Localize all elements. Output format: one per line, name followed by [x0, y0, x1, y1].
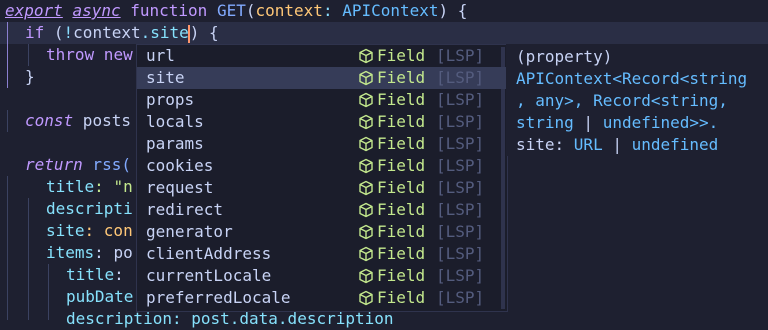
completion-item-kind: Field — [377, 178, 426, 197]
code-line-1: export async function GET(context: APICo… — [5, 1, 468, 20]
indent-guide — [48, 264, 49, 320]
completion-item-label: request — [146, 178, 214, 197]
completion-item-url[interactable]: url Field [LSP] — [137, 45, 507, 67]
cube-icon — [359, 290, 373, 306]
completion-item-source: [LSP] — [436, 266, 485, 285]
completion-item-clientaddress[interactable]: clientAddress Field [LSP] — [137, 243, 507, 265]
completion-item-source: [LSP] — [436, 244, 485, 263]
indent-guide — [7, 110, 8, 132]
code-line-8: descripti — [46, 199, 133, 218]
indent-guide-active — [7, 22, 8, 88]
code-line-3: throw new — [46, 45, 133, 64]
completion-item-source: [LSP] — [436, 178, 485, 197]
cube-icon — [359, 92, 373, 108]
code-line-10: items: po — [46, 243, 133, 262]
completion-item-site[interactable]: site Field [LSP] — [137, 67, 507, 89]
completion-item-label: props — [146, 90, 195, 109]
completion-item-kind: Field — [377, 200, 426, 219]
completion-item-params[interactable]: params Field [LSP] — [137, 133, 507, 155]
completion-item-label: cookies — [146, 156, 214, 175]
code-line-4: } — [25, 67, 35, 86]
completion-item-source: [LSP] — [436, 288, 485, 307]
completion-item-generator[interactable]: generator Field [LSP] — [137, 221, 507, 243]
completion-item-preferredlocale[interactable]: preferredLocale Field [LSP] — [137, 287, 507, 309]
completion-item-kind: Field — [377, 244, 426, 263]
cube-icon — [359, 180, 373, 196]
doc-line: (property) — [516, 47, 613, 66]
cube-icon — [359, 114, 373, 130]
completion-item-label: params — [146, 134, 204, 153]
completion-item-source: [LSP] — [436, 134, 485, 153]
completion-item-source: [LSP] — [436, 46, 485, 65]
completion-item-source: [LSP] — [436, 200, 485, 219]
documentation-popup: (property) APIContext<Record<string , an… — [506, 44, 768, 156]
completion-item-redirect[interactable]: redirect Field [LSP] — [137, 199, 507, 221]
indent-guide — [28, 44, 29, 66]
doc-line: site: URL | undefined — [516, 135, 719, 154]
completion-item-kind: Field — [377, 288, 426, 307]
doc-line: , any>, Record<string, — [516, 91, 728, 110]
cube-icon — [359, 158, 373, 174]
doc-line: string | undefined>>. — [516, 113, 719, 132]
cube-icon — [359, 268, 373, 284]
completion-item-label: url — [146, 46, 175, 65]
indent-guide — [28, 198, 29, 320]
doc-line: APIContext<Record<string — [516, 69, 748, 88]
cube-icon — [359, 246, 373, 262]
completion-item-kind: Field — [377, 156, 426, 175]
completion-item-source: [LSP] — [436, 68, 485, 87]
cube-icon — [359, 136, 373, 152]
code-line-6: return rss( — [25, 155, 131, 174]
cube-icon — [359, 48, 373, 64]
completion-item-source: [LSP] — [436, 222, 485, 241]
code-line-7: title: "n — [46, 177, 133, 196]
completion-item-currentlocale[interactable]: currentLocale Field [LSP] — [137, 265, 507, 287]
completion-item-label: redirect — [146, 200, 224, 219]
completion-item-request[interactable]: request Field [LSP] — [137, 177, 507, 199]
code-line-11: title: — [66, 265, 124, 284]
completion-item-kind: Field — [377, 68, 426, 87]
completion-item-source: [LSP] — [436, 156, 485, 175]
completion-menu[interactable]: url Field [LSP] site Field [LSP] props Field [LS… — [136, 44, 508, 312]
cube-icon — [359, 70, 373, 86]
completion-item-label: currentLocale — [146, 266, 272, 285]
cube-icon — [359, 224, 373, 240]
completion-item-label: site — [146, 68, 185, 87]
completion-item-kind: Field — [377, 46, 426, 65]
completion-item-label: locals — [146, 112, 204, 131]
completion-item-label: clientAddress — [146, 244, 272, 263]
cube-icon — [359, 202, 373, 218]
completion-item-kind: Field — [377, 112, 426, 131]
completion-item-kind: Field — [377, 222, 426, 241]
code-line-5: const posts — [25, 111, 131, 130]
completion-item-label: preferredLocale — [146, 288, 291, 307]
completion-item-locals[interactable]: locals Field [LSP] — [137, 111, 507, 133]
code-line-2: if (!context.site) { — [25, 23, 219, 43]
completion-item-source: [LSP] — [436, 90, 485, 109]
completion-item-kind: Field — [377, 90, 426, 109]
completion-item-source: [LSP] — [436, 112, 485, 131]
completion-item-props[interactable]: props Field [LSP] — [137, 89, 507, 111]
code-line-12: pubDate — [66, 287, 134, 306]
completion-item-kind: Field — [377, 266, 426, 285]
indent-guide — [7, 176, 8, 320]
completion-item-label: generator — [146, 222, 233, 241]
code-line-9: site: con — [46, 221, 133, 240]
completion-item-kind: Field — [377, 134, 426, 153]
completion-item-cookies[interactable]: cookies Field [LSP] — [137, 155, 507, 177]
